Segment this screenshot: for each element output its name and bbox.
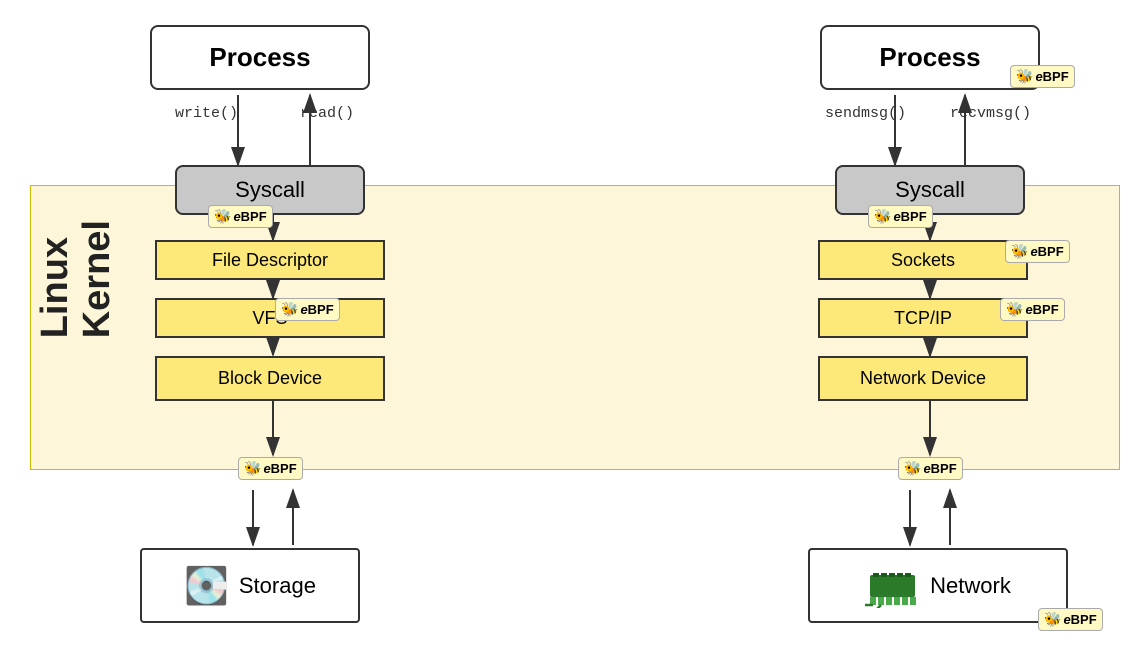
storage-icon: 💽 bbox=[184, 565, 229, 607]
write-label: write() bbox=[175, 105, 238, 122]
bee-icon-block: 🐝 bbox=[244, 460, 261, 477]
network-box: Network bbox=[808, 548, 1068, 623]
diagram: Linux Kernel bbox=[0, 0, 1147, 660]
recvmsg-label: recvmsg() bbox=[950, 105, 1031, 122]
bee-icon-vfs: 🐝 bbox=[281, 301, 298, 318]
network-label: Network bbox=[930, 573, 1011, 599]
bee-icon-sock: 🐝 bbox=[1011, 243, 1028, 260]
left-process-box: Process bbox=[150, 25, 370, 90]
sockets-box: Sockets bbox=[818, 240, 1028, 280]
bee-icon: 🐝 bbox=[214, 208, 231, 225]
left-block-ebpf: 🐝 eBPF bbox=[238, 457, 303, 480]
block-device-label: Block Device bbox=[218, 368, 322, 389]
sockets-ebpf: 🐝 eBPF bbox=[1005, 240, 1070, 263]
storage-box: 💽 Storage bbox=[140, 548, 360, 623]
vfs-box: VFS bbox=[155, 298, 385, 338]
network-card-icon bbox=[865, 563, 920, 608]
bee-icon-tcp: 🐝 bbox=[1006, 301, 1023, 318]
tcpip-label: TCP/IP bbox=[894, 308, 952, 329]
network-box-ebpf: 🐝 eBPF bbox=[1038, 608, 1103, 631]
right-process-box: Process bbox=[820, 25, 1040, 90]
block-device-box: Block Device bbox=[155, 356, 385, 401]
bee-icon-rp: 🐝 bbox=[1016, 68, 1033, 85]
bee-icon-net: 🐝 bbox=[1044, 611, 1061, 628]
tcpip-ebpf: 🐝 eBPF bbox=[1000, 298, 1065, 321]
right-process-label: Process bbox=[879, 42, 980, 73]
right-network-ebpf: 🐝 eBPF bbox=[898, 457, 963, 480]
storage-label: Storage bbox=[239, 573, 316, 599]
sockets-label: Sockets bbox=[891, 250, 955, 271]
read-label: read() bbox=[300, 105, 354, 122]
kernel-label: Linux Kernel bbox=[35, 220, 119, 338]
tcpip-box: TCP/IP bbox=[818, 298, 1028, 338]
left-syscall-label: Syscall bbox=[235, 177, 305, 203]
bee-icon-rs: 🐝 bbox=[874, 208, 891, 225]
file-descriptor-label: File Descriptor bbox=[212, 250, 328, 271]
vfs-ebpf: 🐝 eBPF bbox=[275, 298, 340, 321]
right-syscall-ebpf: 🐝 eBPF bbox=[868, 205, 933, 228]
bee-icon-nd: 🐝 bbox=[904, 460, 921, 477]
network-device-label: Network Device bbox=[860, 368, 986, 389]
right-syscall-label: Syscall bbox=[895, 177, 965, 203]
network-device-box: Network Device bbox=[818, 356, 1028, 401]
sendmsg-label: sendmsg() bbox=[825, 105, 906, 122]
file-descriptor-box: File Descriptor bbox=[155, 240, 385, 280]
right-process-ebpf: 🐝 eBPF bbox=[1010, 65, 1075, 88]
left-process-label: Process bbox=[209, 42, 310, 73]
left-syscall-ebpf: 🐝 eBPF bbox=[208, 205, 273, 228]
